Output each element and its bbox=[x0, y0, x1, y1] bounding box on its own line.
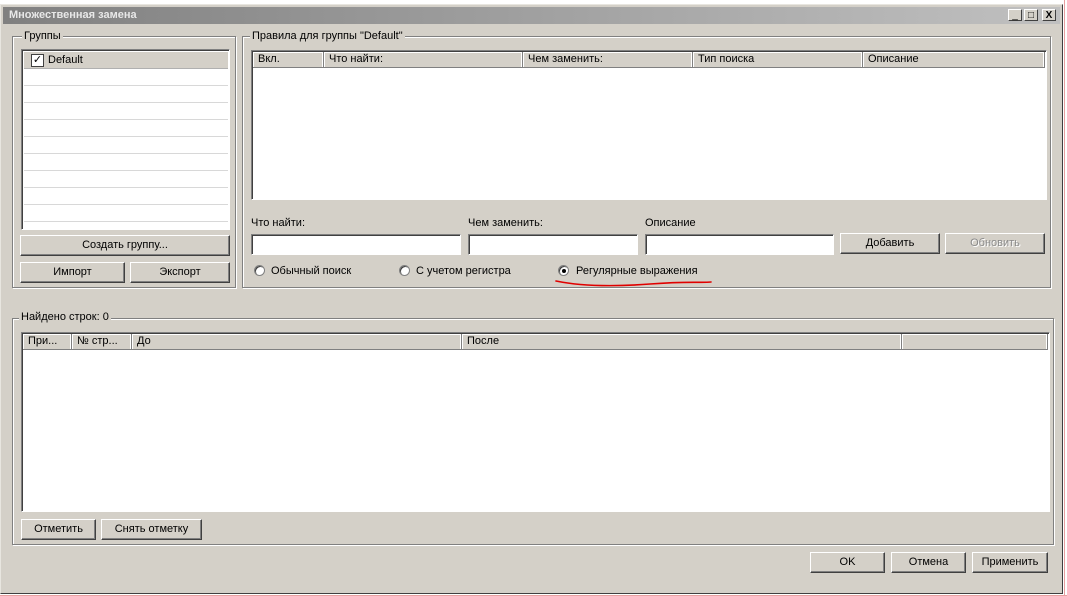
checkbox-checked-icon[interactable]: ✓ bbox=[31, 54, 44, 67]
column-header-before[interactable]: До bbox=[132, 334, 462, 349]
list-item bbox=[24, 154, 228, 171]
groups-list[interactable]: ✓ Default bbox=[21, 49, 230, 230]
import-button[interactable]: Импорт bbox=[20, 262, 125, 283]
column-header-search-type[interactable]: Тип поиска bbox=[693, 52, 863, 67]
list-item bbox=[24, 137, 228, 154]
minimize-button[interactable]: _ bbox=[1008, 9, 1022, 21]
radio-selected-dot-icon bbox=[562, 269, 566, 273]
title-bar[interactable] bbox=[3, 7, 1060, 24]
list-item bbox=[24, 171, 228, 188]
radio-normal-search-label[interactable]: Обычный поиск bbox=[271, 265, 351, 277]
unmark-button[interactable]: Снять отметку bbox=[101, 519, 202, 540]
ok-button[interactable]: OK bbox=[810, 552, 885, 573]
column-header-description[interactable]: Описание bbox=[863, 52, 1045, 67]
radio-case-sensitive[interactable] bbox=[399, 265, 410, 276]
window-title: Множественная замена bbox=[9, 9, 137, 21]
results-table-header: При... № стр... До После bbox=[23, 334, 1048, 350]
description-label: Описание bbox=[645, 217, 696, 229]
mark-button[interactable]: Отметить bbox=[21, 519, 96, 540]
column-header-apply[interactable]: При... bbox=[23, 334, 72, 349]
rules-label: Правила для группы "Default" bbox=[250, 30, 405, 42]
groups-label: Группы bbox=[22, 30, 63, 42]
apply-button[interactable]: Применить bbox=[972, 552, 1048, 573]
find-label: Что найти: bbox=[251, 217, 305, 229]
column-header-find[interactable]: Что найти: bbox=[324, 52, 523, 67]
radio-normal-search[interactable] bbox=[254, 265, 265, 276]
cancel-button[interactable]: Отмена bbox=[891, 552, 966, 573]
rules-table-header: Вкл. Что найти: Чем заменить: Тип поиска… bbox=[253, 52, 1045, 68]
radio-case-sensitive-label[interactable]: С учетом регистра bbox=[416, 265, 511, 277]
desktop-edge bbox=[1064, 0, 1065, 596]
list-item bbox=[24, 188, 228, 205]
results-table[interactable]: При... № стр... До После bbox=[21, 332, 1050, 512]
column-header-line-number[interactable]: № стр... bbox=[72, 334, 132, 349]
replace-input[interactable] bbox=[468, 234, 638, 255]
group-name: Default bbox=[48, 54, 83, 66]
list-item[interactable]: ✓ Default bbox=[24, 52, 228, 69]
add-button[interactable]: Добавить bbox=[840, 233, 940, 254]
maximize-button[interactable]: □ bbox=[1024, 9, 1038, 21]
close-button[interactable]: X bbox=[1042, 9, 1056, 21]
replace-label: Чем заменить: bbox=[468, 217, 543, 229]
update-button[interactable]: Обновить bbox=[945, 233, 1045, 254]
create-group-button[interactable]: Создать группу... bbox=[20, 235, 230, 256]
rules-table[interactable]: Вкл. Что найти: Чем заменить: Тип поиска… bbox=[251, 50, 1047, 200]
column-header-after[interactable]: После bbox=[462, 334, 902, 349]
description-input[interactable] bbox=[645, 234, 834, 255]
column-header-empty[interactable] bbox=[902, 334, 1048, 349]
results-label: Найдено строк: 0 bbox=[19, 311, 111, 323]
find-input[interactable] bbox=[251, 234, 461, 255]
list-item bbox=[24, 205, 228, 222]
column-header-enabled[interactable]: Вкл. bbox=[253, 52, 324, 67]
export-button[interactable]: Экспорт bbox=[130, 262, 230, 283]
list-item bbox=[24, 103, 228, 120]
list-item bbox=[24, 120, 228, 137]
list-item bbox=[24, 69, 228, 86]
red-underline-annotation bbox=[555, 280, 712, 287]
column-header-replace[interactable]: Чем заменить: bbox=[523, 52, 693, 67]
list-item bbox=[24, 86, 228, 103]
